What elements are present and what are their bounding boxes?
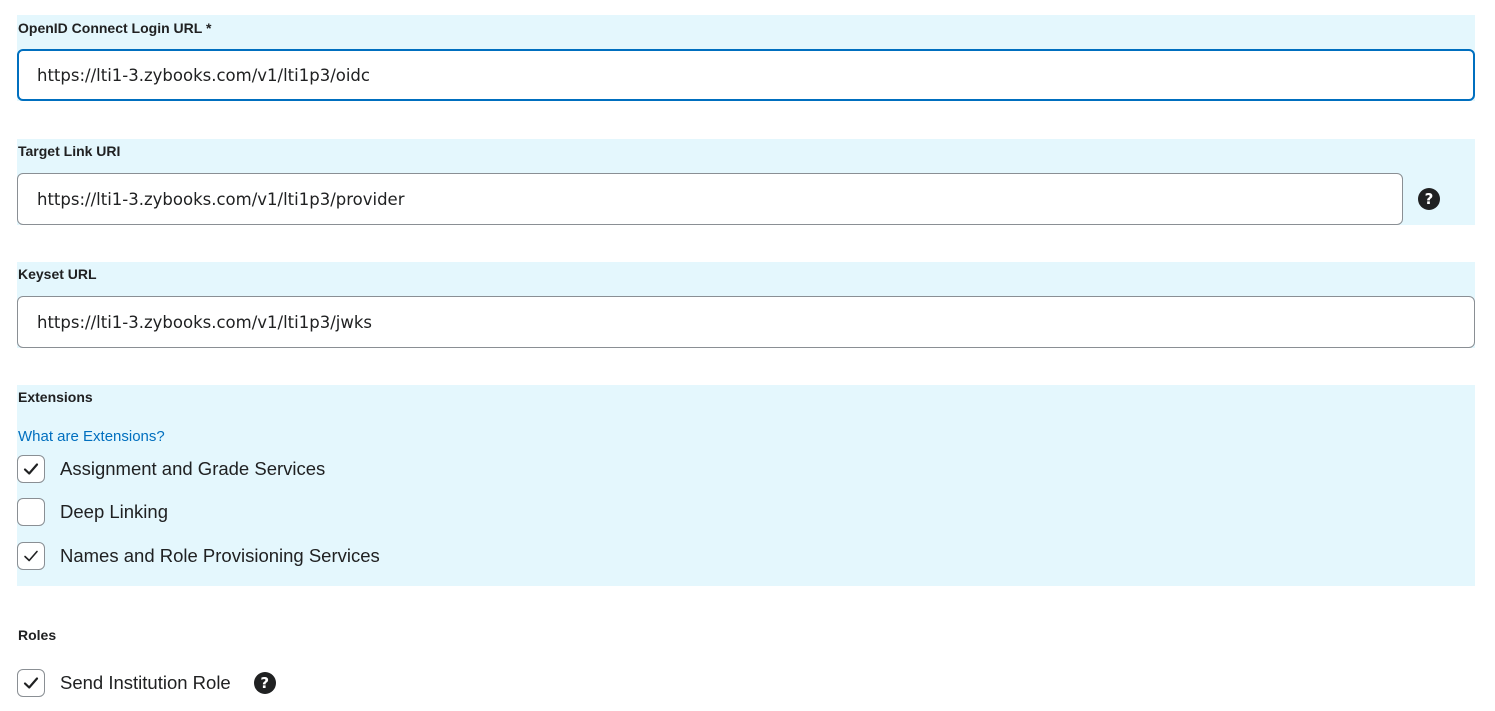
target-link-uri-input[interactable] (17, 173, 1403, 225)
checkbox[interactable] (17, 669, 45, 697)
question-circle-icon[interactable]: ? (253, 672, 276, 694)
checkbox-label: Deep Linking (60, 501, 168, 522)
oidc-login-url-input[interactable] (17, 49, 1475, 101)
checkbox-label: Names and Role Provisioning Services (60, 545, 380, 566)
extensions-label: Extensions (18, 389, 93, 405)
target-link-label: Target Link URI (18, 143, 121, 159)
checkmark-icon (23, 463, 39, 475)
extension-assignment-grade-services[interactable]: Assignment and Grade Services (17, 454, 325, 484)
checkbox[interactable] (17, 542, 45, 570)
what-are-extensions-link[interactable]: What are Extensions? (18, 428, 165, 446)
checkmark-icon (24, 550, 38, 562)
keyset-url-input[interactable] (17, 296, 1475, 348)
extension-deep-linking[interactable]: Deep Linking (17, 497, 168, 527)
send-institution-role[interactable]: Send Institution Role ? (17, 668, 276, 698)
checkbox[interactable] (17, 455, 45, 483)
keyset-label: Keyset URL (18, 266, 97, 282)
checkmark-icon (23, 677, 39, 689)
roles-label: Roles (18, 627, 57, 643)
checkbox-label: Send Institution Role (60, 672, 231, 693)
oidc-label: OpenID Connect Login URL * (18, 20, 212, 36)
question-circle-icon[interactable]: ? (1418, 188, 1440, 210)
checkbox[interactable] (17, 498, 45, 526)
extension-names-role-provisioning[interactable]: Names and Role Provisioning Services (17, 541, 380, 571)
checkbox-label: Assignment and Grade Services (60, 458, 326, 479)
